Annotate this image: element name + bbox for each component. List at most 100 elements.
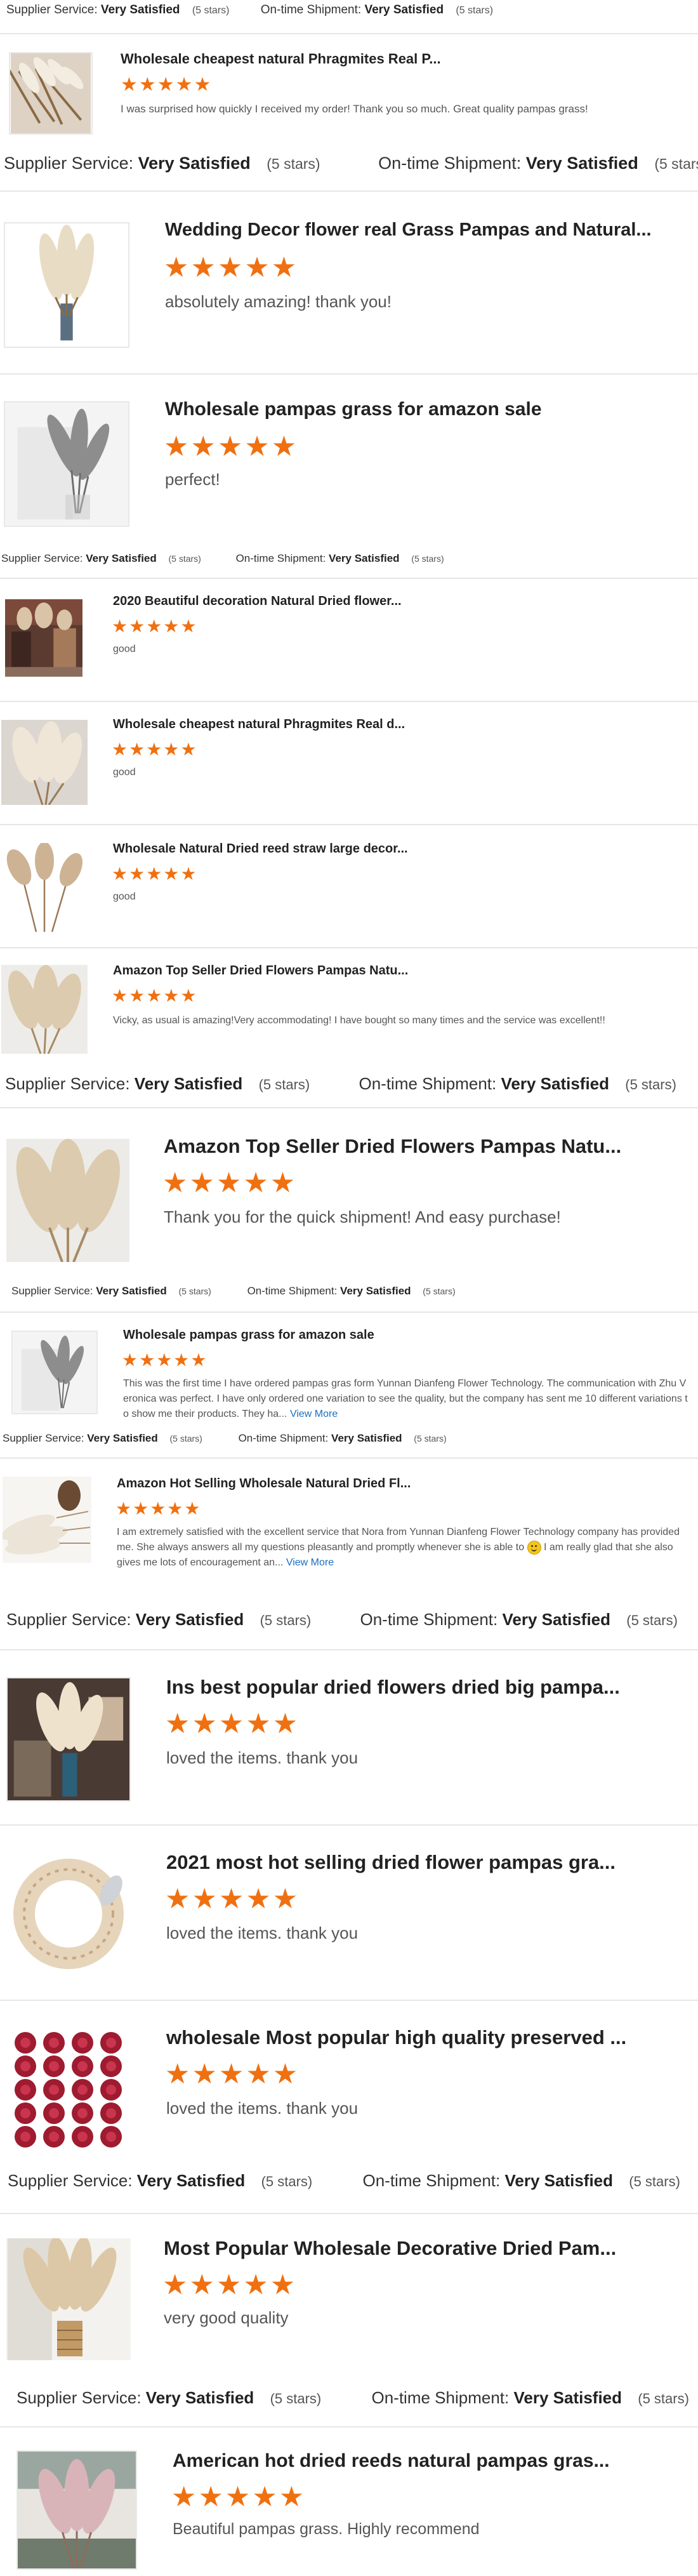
star-rating-icon: ★★★★★	[164, 431, 299, 462]
product-thumbnail[interactable]	[6, 2238, 131, 2360]
shipment-stars: (5 stars)	[654, 156, 698, 172]
pampas-plumes-image	[1, 720, 88, 805]
review-product-title[interactable]: Amazon Top Seller Dried Flowers Pampas N…	[164, 1135, 621, 1158]
product-thumbnail[interactable]	[4, 222, 129, 348]
review-product-title[interactable]: Wholesale Natural Dried reed straw large…	[113, 842, 408, 856]
review-product-title[interactable]: wholesale Most popular high quality pres…	[166, 2026, 626, 2049]
rating-summary: Supplier Service: Very Satisfied (5 star…	[8, 2171, 680, 2191]
product-thumbnail[interactable]	[3, 1477, 91, 1563]
supplier-service-value: Very Satisfied	[135, 1610, 244, 1629]
shipment-label: On-time Shipment:	[235, 552, 326, 564]
shipment-stars: (5 stars)	[411, 554, 444, 564]
review-product-title[interactable]: Amazon Hot Selling Wholesale Natural Dri…	[117, 1477, 411, 1491]
shipment-value: Very Satisfied	[502, 1610, 611, 1629]
shipment-value: Very Satisfied	[364, 3, 444, 17]
review-product-title[interactable]: Wholesale cheapest natural Phragmites Re…	[121, 51, 441, 67]
review-item: wholesale Most popular high quality pres…	[0, 2000, 698, 2158]
review-item: Amazon Hot Selling Wholesale Natural Dri…	[0, 1457, 698, 1610]
product-thumbnail[interactable]	[11, 1331, 98, 1414]
shipment-label: On-time Shipment:	[378, 154, 522, 173]
review-comment: absolutely amazing! thank you!	[165, 292, 392, 311]
review-comment: good	[113, 644, 136, 654]
star-rating-icon: ★★★★★	[162, 2269, 298, 2300]
review-comment: perfect!	[165, 470, 220, 489]
product-thumbnail[interactable]	[6, 1677, 131, 1802]
supplier-service-label: Supplier Service:	[5, 1074, 130, 1093]
review-product-title[interactable]: Wholesale pampas grass for amazon sale	[123, 1328, 374, 1343]
rating-summary: Supplier Service: Very Satisfied (5 star…	[11, 1285, 456, 1298]
review-comment: loved the items. thank you	[166, 1923, 359, 1942]
rating-summary: Supplier Service: Very Satisfied (5 star…	[4, 154, 698, 173]
shipment-stars: (5 stars)	[629, 2174, 680, 2189]
review-comment: I am extremely satisfied with the excell…	[117, 1525, 692, 1570]
view-more-link[interactable]: View More	[290, 1409, 338, 1419]
review-item: Wedding Decor flower real Grass Pampas a…	[0, 190, 698, 375]
product-thumbnail[interactable]	[5, 599, 82, 677]
star-rating-icon: ★★★★★	[164, 252, 299, 283]
product-thumbnail[interactable]	[1, 965, 88, 1054]
review-item: Ins best popular dried flowers dried big…	[0, 1649, 698, 1824]
shipment-value: Very Satisfied	[501, 1074, 610, 1093]
supplier-service-label: Supplier Service:	[11, 1285, 93, 1297]
supplier-service-value: Very Satisfied	[134, 1074, 243, 1093]
review-comment-text: This was the first time I have ordered p…	[123, 1378, 688, 1419]
shipment-stars: (5 stars)	[625, 1077, 676, 1092]
review-item: 2020 Beautiful decoration Natural Dried …	[0, 578, 698, 698]
supplier-service-stars: (5 stars)	[261, 2174, 313, 2189]
pink-pampas-image	[18, 2452, 136, 2568]
star-rating-icon: ★★★★★	[165, 1883, 300, 1915]
review-item: Most Popular Wholesale Decorative Dried …	[0, 2213, 698, 2372]
review-product-title[interactable]: Wedding Decor flower real Grass Pampas a…	[165, 220, 652, 241]
review-item: Wholesale Natural Dried reed straw large…	[0, 824, 698, 947]
product-thumbnail[interactable]	[16, 2450, 137, 2570]
shipment-label: On-time Shipment:	[359, 1074, 497, 1093]
star-rating-icon: ★★★★★	[165, 1708, 300, 1739]
review-product-title[interactable]: 2020 Beautiful decoration Natural Dried …	[113, 594, 402, 609]
review-product-title[interactable]: Wholesale pampas grass for amazon sale	[165, 399, 542, 420]
review-product-title[interactable]: American hot dried reeds natural pampas …	[173, 2450, 610, 2472]
review-comment: This was the first time I have ordered p…	[123, 1376, 688, 1422]
product-thumbnail[interactable]	[1, 720, 88, 805]
supplier-service-stars: (5 stars)	[270, 2391, 322, 2407]
view-more-link[interactable]: View More	[286, 1557, 334, 1568]
product-thumbnail[interactable]	[6, 1139, 129, 1262]
product-thumbnail[interactable]	[6, 2028, 131, 2152]
review-item: Wholesale pampas grass for amazon sale ★…	[0, 1311, 698, 1438]
shipment-value: Very Satisfied	[513, 2388, 622, 2407]
shipment-stars: (5 stars)	[414, 1433, 447, 1444]
product-thumbnail[interactable]	[9, 52, 93, 135]
review-product-title[interactable]: Ins best popular dried flowers dried big…	[166, 1676, 620, 1699]
shipment-value: Very Satisfied	[340, 1285, 411, 1297]
shipment-label: On-time Shipment:	[371, 2388, 510, 2407]
supplier-service-value: Very Satisfied	[96, 1285, 167, 1297]
product-thumbnail[interactable]	[6, 1852, 131, 1975]
rating-summary: Supplier Service: Very Satisfied (5 star…	[1, 552, 444, 565]
review-item: Amazon Top Seller Dried Flowers Pampas N…	[0, 1107, 698, 1266]
review-comment: loved the items. thank you	[166, 1748, 359, 1767]
review-product-title[interactable]: Amazon Top Seller Dried Flowers Pampas N…	[113, 964, 408, 978]
supplier-service-stars: (5 stars)	[192, 5, 230, 16]
star-rating-icon: ★★★★★	[112, 740, 198, 759]
supplier-service-value: Very Satisfied	[86, 552, 157, 564]
supplier-service-value: Very Satisfied	[138, 154, 251, 173]
review-product-title[interactable]: Wholesale cheapest natural Phragmites Re…	[113, 717, 405, 732]
rating-summary: Supplier Service: Very Satisfied (5 star…	[6, 3, 493, 17]
star-rating-icon: ★★★★★	[122, 1350, 208, 1370]
product-thumbnail[interactable]	[4, 401, 129, 527]
review-comment: Thank you for the quick shipment! And ea…	[164, 1207, 561, 1226]
rating-summary: Supplier Service: Very Satisfied (5 star…	[6, 1610, 678, 1630]
review-item: Amazon Top Seller Dried Flowers Pampas N…	[0, 947, 698, 1068]
product-thumbnail[interactable]	[1, 843, 88, 932]
pampas-vase-image	[5, 223, 128, 347]
review-item: American hot dried reeds natural pampas …	[0, 2426, 698, 2576]
review-comment: Beautiful pampas grass. Highly recommend	[173, 2520, 480, 2538]
review-item: 2021 most hot selling dried flower pampa…	[0, 1824, 698, 2000]
review-product-title[interactable]: 2021 most hot selling dried flower pampa…	[166, 1851, 616, 1874]
review-product-title[interactable]: Most Popular Wholesale Decorative Dried …	[164, 2237, 616, 2260]
shipment-stars: (5 stars)	[638, 2391, 689, 2407]
pampas-room-image	[8, 1678, 129, 1800]
supplier-service-stars: (5 stars)	[169, 1433, 202, 1444]
grey-pampas-image	[5, 402, 128, 526]
preserved-roses-image	[6, 2028, 131, 2152]
beige-pampas-image	[1, 965, 88, 1054]
